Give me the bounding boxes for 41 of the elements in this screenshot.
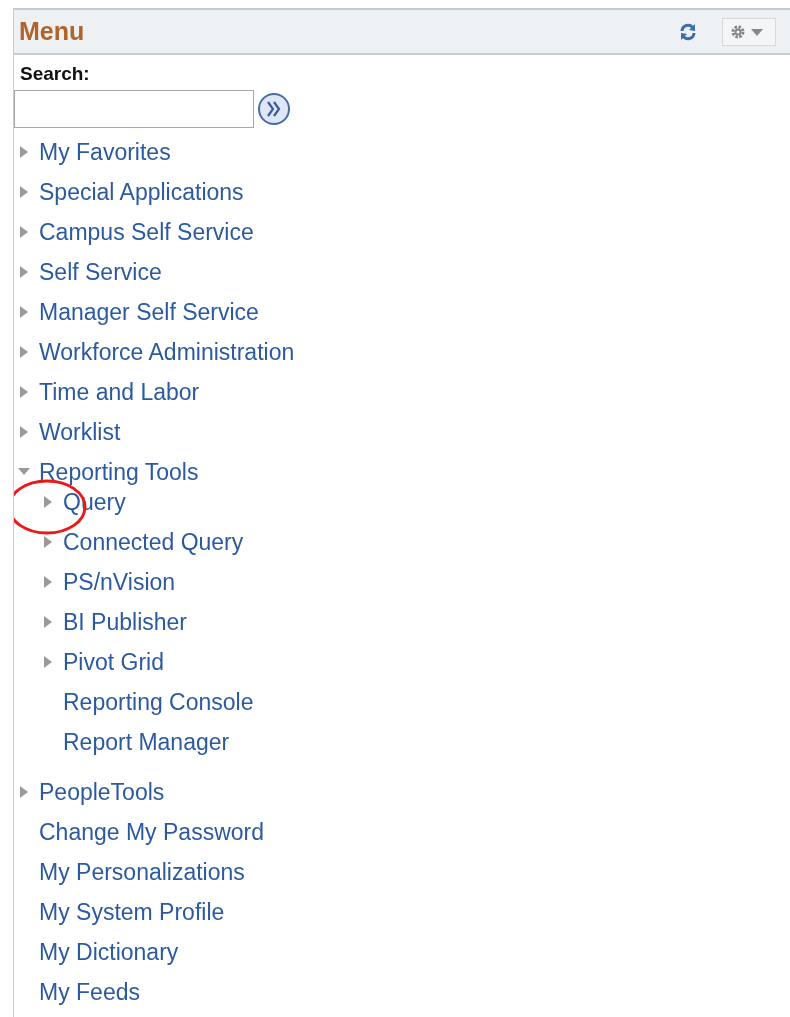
menu-link[interactable]: Report Manager [63, 728, 230, 756]
menu-link[interactable]: Reporting Tools [39, 458, 199, 486]
menu-link[interactable]: PeopleTools [39, 778, 165, 806]
expand-arrow-icon[interactable] [18, 145, 30, 159]
menu-link[interactable]: Reporting Console [63, 688, 254, 716]
menu-link[interactable]: Campus Self Service [39, 218, 254, 246]
menu-link[interactable]: My Personalizations [39, 858, 245, 886]
search-field[interactable] [14, 90, 254, 128]
expand-arrow-icon[interactable] [18, 305, 30, 319]
expand-arrow-icon[interactable] [42, 655, 54, 669]
menu-link[interactable]: Manager Self Service [39, 298, 259, 326]
expand-arrow-icon[interactable] [42, 575, 54, 589]
menu-link[interactable]: Connected Query [63, 528, 244, 556]
expand-arrow-icon[interactable] [42, 615, 54, 629]
menu-link[interactable]: BI Publisher [63, 608, 187, 636]
expand-arrow-icon[interactable] [18, 425, 30, 439]
menu-link[interactable]: Worklist [39, 418, 121, 446]
expand-arrow-icon[interactable] [18, 785, 30, 799]
search-label: Search: [20, 63, 91, 85]
expand-arrow-icon[interactable] [42, 495, 54, 509]
expand-arrow-icon[interactable] [18, 345, 30, 359]
menu-link[interactable]: Time and Labor [39, 378, 200, 406]
menu-link[interactable]: Change My Password [39, 818, 264, 846]
menu-link[interactable]: My Feeds [39, 978, 140, 1006]
expand-arrow-icon[interactable] [18, 265, 30, 279]
settings-button[interactable] [722, 17, 776, 46]
expand-arrow-icon[interactable] [18, 385, 30, 399]
refresh-icon[interactable] [678, 21, 698, 42]
panel-title: Menu [19, 17, 86, 46]
menu-link[interactable]: Self Service [39, 258, 162, 286]
menu-link[interactable]: My Favorites [39, 138, 171, 166]
menu-link[interactable]: My System Profile [39, 898, 225, 926]
go-button-icon[interactable] [257, 92, 291, 126]
menu-link[interactable]: Pivot Grid [63, 648, 164, 676]
expand-arrow-icon[interactable] [18, 225, 30, 239]
menu-link[interactable]: My Dictionary [39, 938, 179, 966]
menu-link[interactable]: Workforce Administration [39, 338, 295, 366]
menu-link[interactable]: PS/nVision [63, 568, 176, 596]
menu-link[interactable]: Special Applications [39, 178, 244, 206]
expand-arrow-icon[interactable] [42, 535, 54, 549]
expand-arrow-icon[interactable] [18, 185, 30, 199]
